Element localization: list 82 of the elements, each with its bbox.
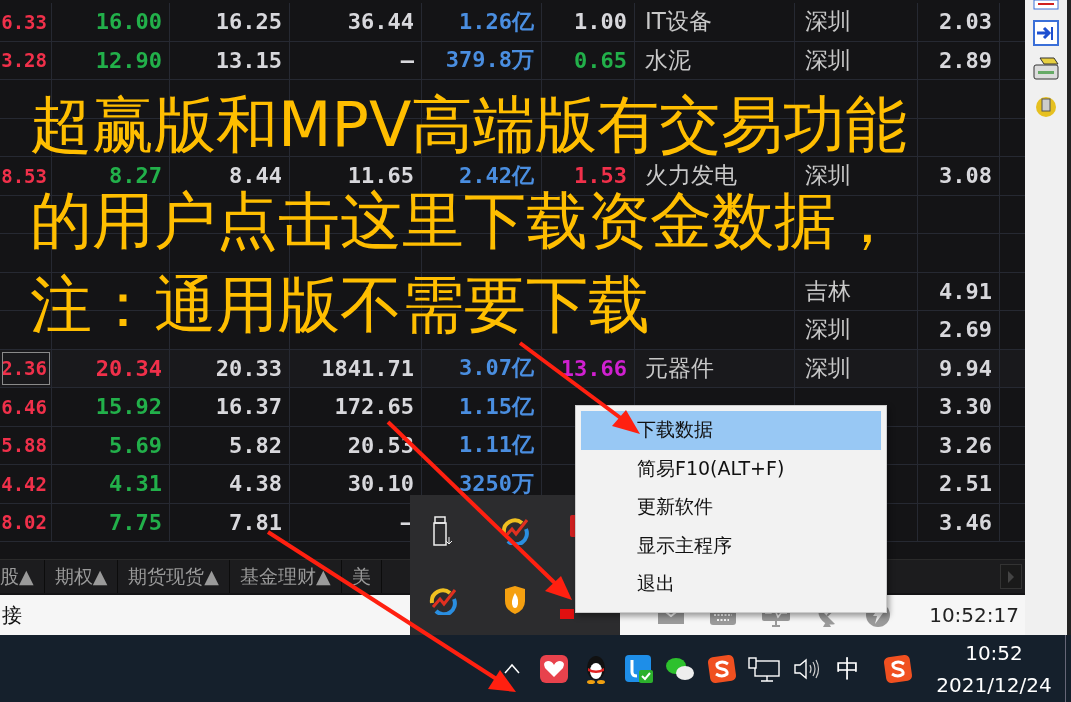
price-cell: 16.00 [95, 9, 162, 35]
value-cell: 11.65 [347, 163, 414, 189]
value-cell: 2.69 [939, 317, 992, 343]
price-cell: 5.82 [229, 432, 282, 458]
value-cell: 2.03 [939, 9, 992, 35]
value-cell: 3.08 [939, 163, 992, 189]
price-cell: 6.33 [1, 10, 47, 33]
clock-date[interactable]: 2021/12/24 [936, 668, 1052, 701]
region-cell-text: 深圳 [805, 45, 851, 75]
price-cell: 2.36 [1, 357, 47, 380]
region-cell-text: 深圳 [805, 161, 851, 191]
annotation-text: 注：通用版不需要下载 [30, 274, 650, 336]
clock-time[interactable]: 10:52 [965, 636, 1023, 669]
value-cell: 9.94 [939, 355, 992, 381]
menu-item[interactable]: 显示主程序 [581, 526, 881, 565]
price-cell: 20.34 [95, 355, 162, 381]
price-cell: 7.75 [109, 509, 162, 535]
usb-drive-icon[interactable] [432, 515, 454, 547]
caret-right-icon [1006, 569, 1016, 584]
annotation-text: 的用户点击这里下载资金数据， [30, 190, 898, 252]
amount-cell-text: 3.07亿 [459, 354, 534, 383]
price-cell: 6.46 [1, 395, 47, 418]
price-cell: 13.15 [215, 47, 282, 73]
industry-cell-text: 元器件 [645, 353, 714, 383]
price-cell: 5.69 [109, 432, 162, 458]
price-cell: 15.92 [95, 394, 162, 420]
menu-item[interactable]: 下载数据 [581, 411, 881, 450]
stock-app-icon[interactable] [428, 587, 458, 615]
ratio-cell: 0.65 [574, 47, 627, 73]
value-cell: 3.30 [939, 394, 992, 420]
price-cell: 8.53 [1, 164, 47, 187]
price-cell: 8.27 [109, 163, 162, 189]
price-cell: 16.25 [215, 9, 282, 35]
value-cell: 30.10 [347, 471, 414, 497]
value-cell: 3.46 [939, 509, 992, 535]
value-cell: 2.51 [939, 471, 992, 497]
annotation-text: 超赢版和MPV高端版有交易功能 [30, 94, 908, 156]
amount-cell-text: 1.26亿 [459, 7, 534, 36]
ratio-cell: 13.66 [560, 355, 627, 381]
shield-icon[interactable] [503, 585, 527, 615]
amount-cell-text: 1.15亿 [459, 392, 534, 421]
menu-item[interactable]: 简易F10(ALT+F) [581, 449, 881, 488]
price-cell: 16.37 [215, 394, 282, 420]
amount-cell-text: 1.11亿 [459, 431, 534, 460]
price-cell: 4.31 [109, 471, 162, 497]
value-cell: 2.89 [939, 47, 992, 73]
printer-icon[interactable] [1032, 56, 1060, 82]
amount-cell-text: 379.8万 [445, 46, 534, 75]
industry-cell-text: 火力发电 [645, 161, 737, 191]
category-tab[interactable]: 股▲ [0, 560, 45, 593]
region-cell-text: 深圳 [805, 353, 851, 383]
ratio-cell: 1.53 [574, 163, 627, 189]
price-cell: 4.38 [229, 471, 282, 497]
stock-app-icon[interactable] [500, 517, 530, 545]
price-cell: 5.88 [1, 434, 47, 457]
value-cell: 172.65 [334, 394, 414, 420]
value-cell: – [400, 47, 414, 73]
menu-item[interactable]: 退出 [581, 565, 881, 604]
region-cell-text: 吉林 [805, 276, 851, 306]
amount-cell-text: 3250万 [459, 469, 534, 498]
value-cell: 4.91 [939, 278, 992, 304]
region-cell-text: 深圳 [805, 315, 851, 345]
value-cell: 3.26 [939, 432, 992, 458]
price-cell: 8.02 [1, 511, 47, 534]
amount-cell-text: 2.42亿 [459, 161, 534, 190]
ratio-cell: 1.00 [574, 9, 627, 35]
import-icon[interactable] [1033, 20, 1059, 46]
value-cell: 1841.71 [321, 355, 414, 381]
industry-cell-text: 水泥 [645, 45, 691, 75]
menu-item[interactable]: 更新软件 [581, 488, 881, 527]
price-cell: 8.44 [229, 163, 282, 189]
price-cell: 7.81 [229, 509, 282, 535]
value-cell: 36.44 [347, 9, 414, 35]
input-method-indicator[interactable]: 中 [827, 652, 869, 685]
status-time: 10:52:17 [929, 603, 1019, 627]
price-cell: 3.28 [1, 49, 47, 72]
region-cell-text: 深圳 [805, 7, 851, 37]
price-cell: 12.90 [95, 47, 162, 73]
price-cell: 4.42 [1, 472, 47, 495]
industry-cell-text: IT设备 [645, 7, 712, 37]
connection-status: 接 [2, 601, 22, 629]
price-cell: 20.33 [215, 355, 282, 381]
